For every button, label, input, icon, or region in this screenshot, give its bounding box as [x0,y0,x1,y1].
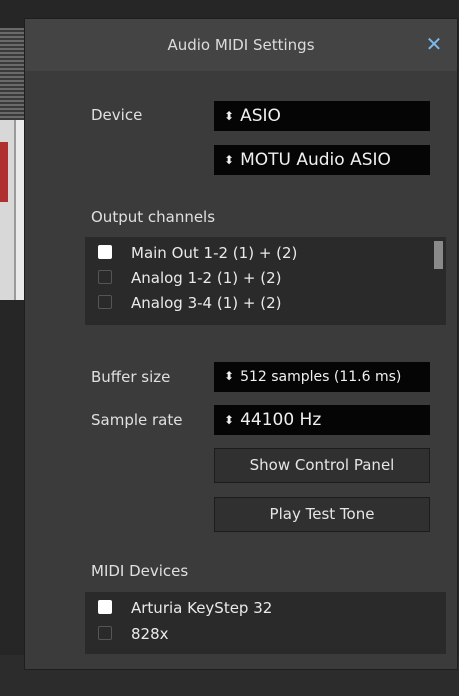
up-down-arrow-icon: ⬍ [224,109,235,123]
checkbox[interactable] [98,245,112,259]
buffer-size-select[interactable]: ⬍ 512 samples (11.6 ms) [214,362,430,392]
sample-rate-value: 44100 Hz [240,410,322,430]
checkbox[interactable] [98,295,112,309]
play-test-tone-button[interactable]: Play Test Tone [214,497,430,532]
sample-rate-select[interactable]: ⬍ 44100 Hz [214,405,430,435]
list-item[interactable]: 828x [85,623,425,645]
output-channels-label: Output channels [91,208,216,226]
channel-name: Main Out 1-2 (1) + (2) [131,244,298,262]
list-item[interactable]: Analog 1-2 (1) + (2) [85,267,425,289]
device-type-select[interactable]: ⬍ ASIO [214,101,430,131]
midi-device-name: Arturia KeyStep 32 [131,599,273,617]
list-item[interactable]: Arturia KeyStep 32 [85,597,425,619]
device-driver-value: MOTU Audio ASIO [240,150,391,170]
device-type-value: ASIO [240,106,281,126]
channel-name: Analog 1-2 (1) + (2) [131,269,282,287]
device-driver-select[interactable]: ⬍ MOTU Audio ASIO [214,145,430,175]
midi-devices-label: MIDI Devices [91,562,189,580]
checkbox[interactable] [98,626,112,640]
dialog-title: Audio MIDI Settings [167,36,315,54]
close-icon[interactable]: ✕ [421,31,447,57]
up-down-arrow-icon: ⬍ [224,413,235,427]
checkbox[interactable] [98,270,112,284]
channel-name: Analog 3-4 (1) + (2) [131,294,282,312]
audio-midi-settings-dialog: Audio MIDI Settings ✕ Device ⬍ ASIO ⬍ MOTU… [24,18,458,670]
list-item[interactable]: Analog 3-4 (1) + (2) [85,292,425,314]
background-accent [0,142,8,202]
buffer-size-value: 512 samples (11.6 ms) [240,369,402,385]
sample-rate-label: Sample rate [91,411,183,429]
up-down-arrow-icon: ⬍ [224,153,235,167]
midi-device-name: 828x [131,625,169,643]
buffer-size-label: Buffer size [91,368,171,386]
list-item[interactable]: Main Out 1-2 (1) + (2) [85,242,425,264]
device-label: Device [91,106,143,124]
up-down-arrow-icon: ⬍ [224,369,235,383]
dialog-titlebar[interactable]: Audio MIDI Settings ✕ [25,19,457,71]
checkbox[interactable] [98,600,112,614]
output-channels-list[interactable]: Main Out 1-2 (1) + (2) Analog 1-2 (1) + … [85,237,446,325]
show-control-panel-button[interactable]: Show Control Panel [214,448,430,483]
scrollbar-thumb[interactable] [434,241,443,269]
midi-devices-list[interactable]: Arturia KeyStep 32 828x [85,592,446,654]
